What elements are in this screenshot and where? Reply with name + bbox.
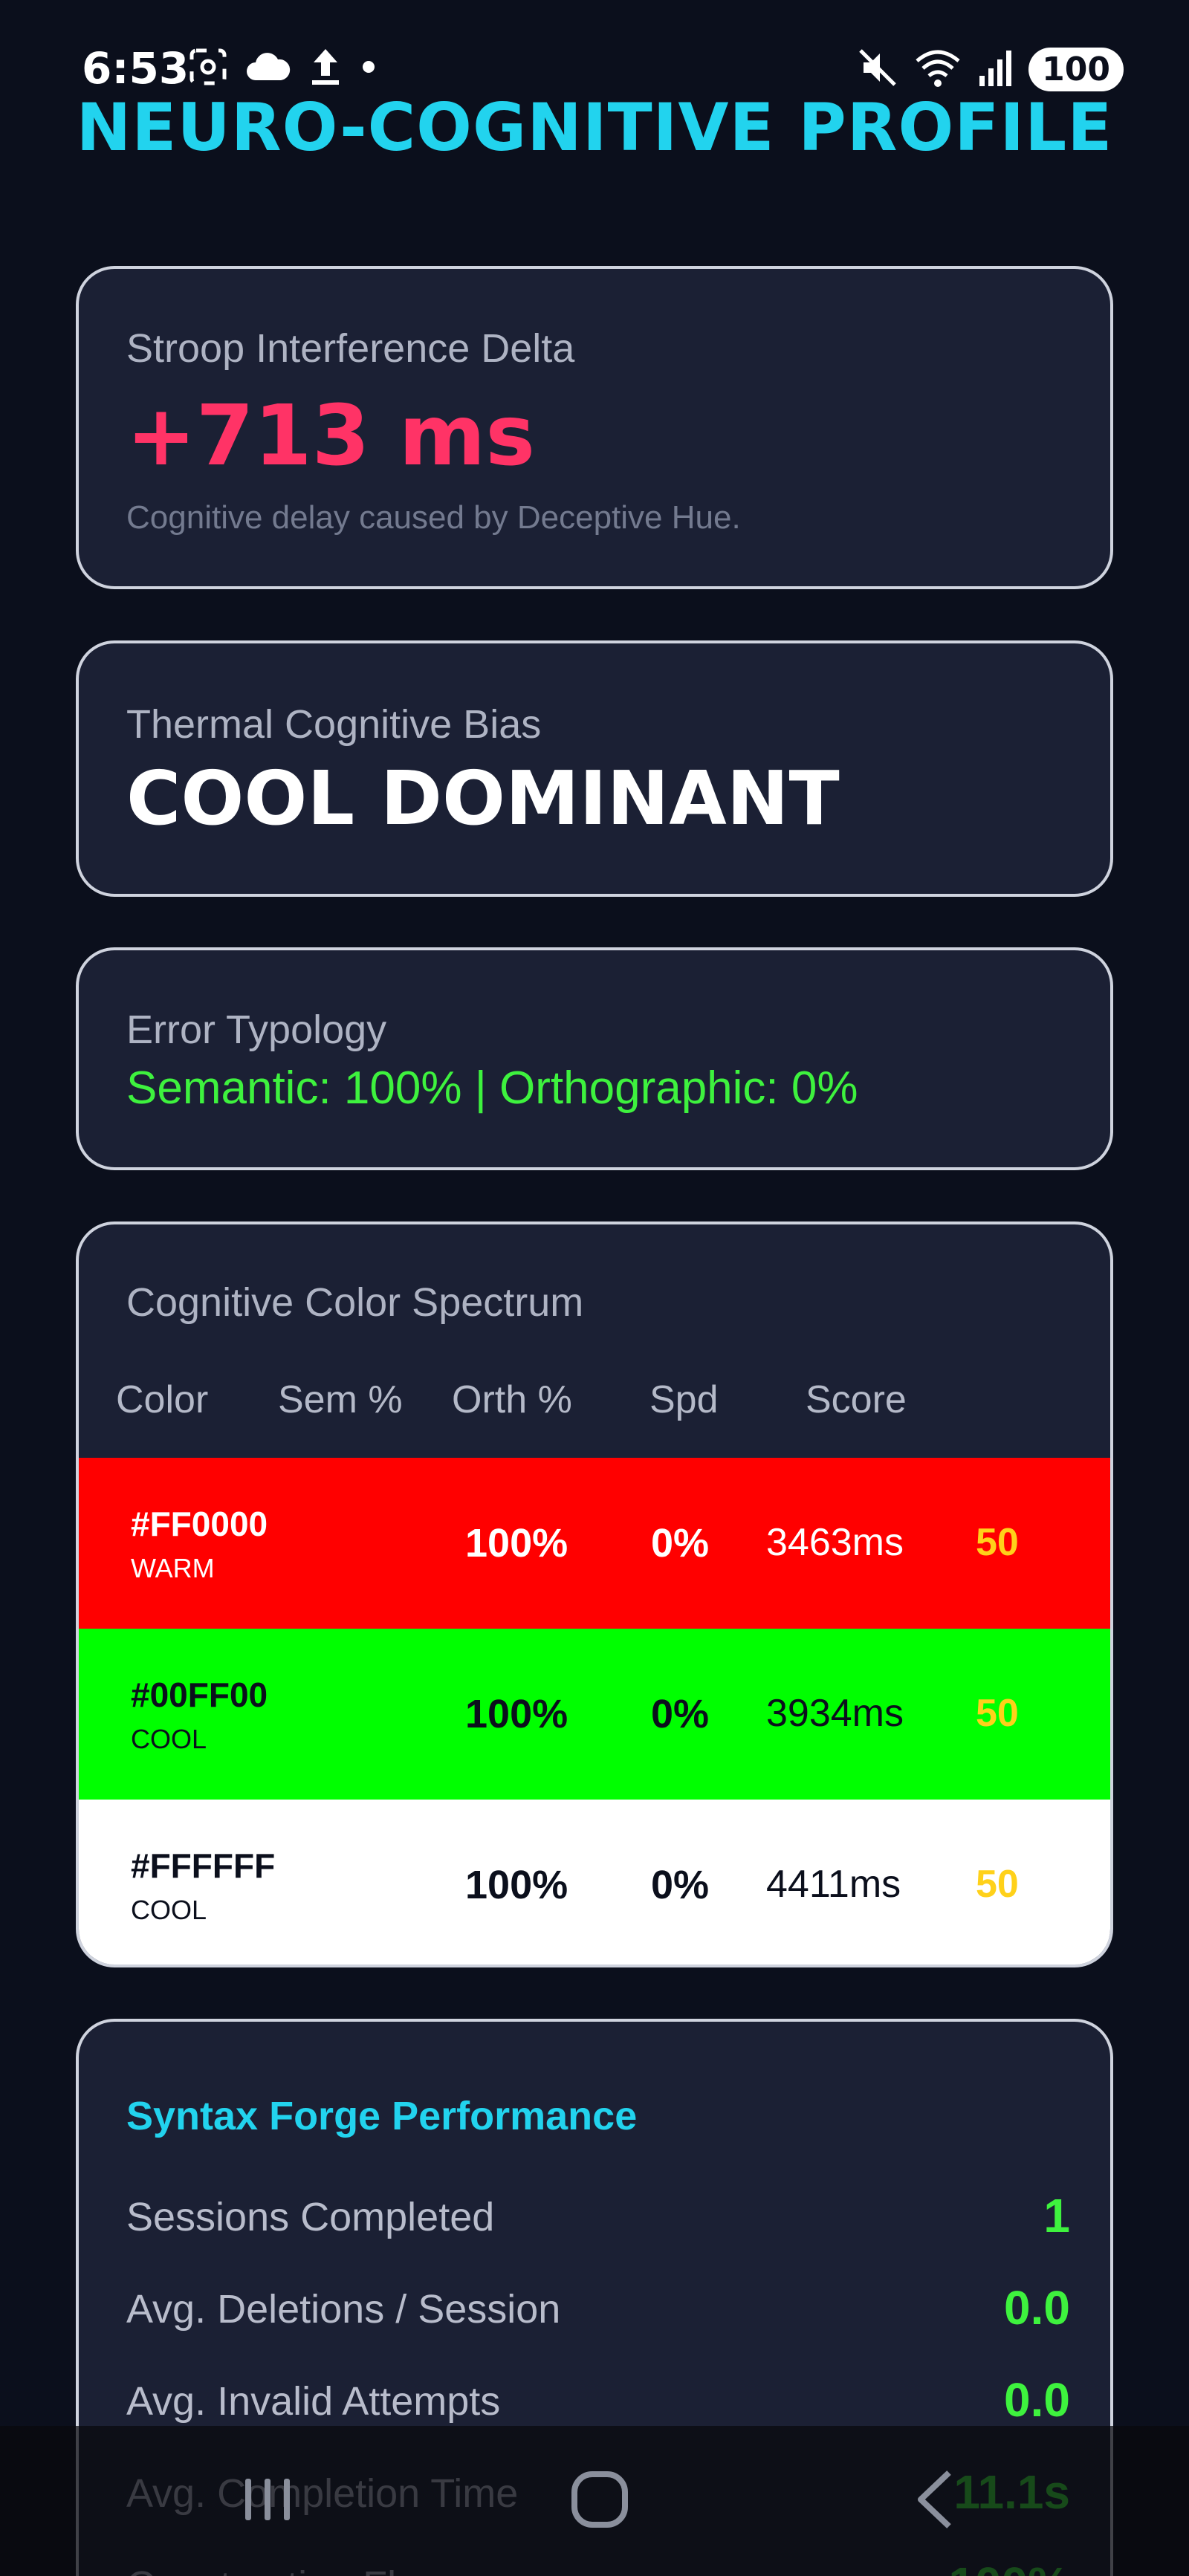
- spectrum-row: #FF0000 WARM 100% 0% 3463ms 50: [79, 1458, 1110, 1629]
- column-header-score: Score: [806, 1378, 907, 1421]
- screenshot-icon: [187, 46, 229, 91]
- status-time: 6:53: [82, 43, 189, 94]
- score-value: 50: [976, 1692, 1019, 1735]
- column-header-sem: Sem %: [278, 1378, 403, 1421]
- upload-icon: [308, 46, 343, 91]
- color-hex: #FF0000: [131, 1505, 268, 1543]
- semantic-percent: 100%: [465, 1863, 568, 1907]
- orthographic-percent: 0%: [651, 1863, 710, 1907]
- forge-metric-row: Avg. Deletions / Session 0.0: [126, 2281, 1070, 2346]
- signal-icon: [978, 48, 1012, 91]
- home-button[interactable]: [525, 2426, 674, 2576]
- dot-icon: [360, 58, 378, 80]
- speed-value: 3463ms: [766, 1521, 904, 1564]
- navigation-bar: [0, 2426, 1189, 2576]
- column-header-color: Color: [116, 1378, 209, 1421]
- error-label: Error Typology: [126, 1008, 387, 1052]
- stroop-label: Stroop Interference Delta: [126, 326, 575, 371]
- color-hex: #00FF00: [131, 1675, 268, 1714]
- metric-value: 1: [1043, 2189, 1070, 2242]
- spectrum-title: Cognitive Color Spectrum: [126, 1280, 584, 1325]
- wifi-icon: [914, 48, 962, 91]
- color-temperature: COOL: [131, 1895, 207, 1925]
- error-typology-card: Error Typology Semantic: 100% | Orthogra…: [76, 947, 1113, 1170]
- column-header-spd: Spd: [649, 1378, 719, 1421]
- thermal-value: COOL DOMINANT: [126, 755, 840, 842]
- home-icon: [568, 2468, 631, 2534]
- orthographic-percent: 0%: [651, 1692, 710, 1736]
- stroop-card: Stroop Interference Delta +713 ms Cognit…: [76, 266, 1113, 589]
- error-value: Semantic: 100% | Orthographic: 0%: [126, 1062, 858, 1114]
- recents-icon: [238, 2470, 297, 2533]
- stroop-caption: Cognitive delay caused by Deceptive Hue.: [126, 499, 741, 536]
- color-spectrum-card: Cognitive Color Spectrum Color Sem % Ort…: [76, 1222, 1113, 1967]
- status-icons-left: [187, 46, 378, 91]
- mute-icon: [858, 48, 898, 91]
- back-icon: [909, 2468, 961, 2534]
- score-value: 50: [976, 1521, 1019, 1564]
- thermal-bias-card: Thermal Cognitive Bias COOL DOMINANT: [76, 640, 1113, 897]
- forge-metric-row: Sessions Completed 1: [126, 2189, 1070, 2254]
- color-temperature: COOL: [131, 1724, 207, 1754]
- color-hex: #FFFFFF: [131, 1846, 276, 1885]
- metric-value: 0.0: [1004, 2373, 1070, 2427]
- metric-value: 0.0: [1004, 2281, 1070, 2335]
- metric-label: Avg. Deletions / Session: [126, 2287, 561, 2332]
- status-icons-right: 100: [858, 43, 1124, 95]
- semantic-percent: 100%: [465, 1692, 568, 1736]
- page-title: NEURO-COGNITIVE PROFILE: [76, 89, 1113, 166]
- metric-label: Sessions Completed: [126, 2195, 495, 2239]
- orthographic-percent: 0%: [651, 1521, 710, 1566]
- semantic-percent: 100%: [465, 1521, 568, 1566]
- spectrum-table-header: Color Sem % Orth % Spd Score: [79, 1378, 1110, 1437]
- forge-title: Syntax Forge Performance: [126, 2094, 638, 2138]
- thermal-label: Thermal Cognitive Bias: [126, 702, 542, 747]
- speed-value: 4411ms: [766, 1863, 901, 1906]
- battery-indicator: 100: [1028, 47, 1124, 91]
- speed-value: 3934ms: [766, 1692, 904, 1735]
- score-value: 50: [976, 1863, 1019, 1906]
- stroop-value: +713 ms: [126, 388, 535, 484]
- color-temperature: WARM: [131, 1553, 215, 1583]
- back-button[interactable]: [861, 2426, 1009, 2576]
- cloud-icon: [245, 49, 291, 88]
- spectrum-row: #FFFFFF COOL 100% 0% 4411ms 50: [79, 1800, 1110, 1965]
- metric-label: Avg. Invalid Attempts: [126, 2379, 501, 2424]
- spectrum-row: #00FF00 COOL 100% 0% 3934ms 50: [79, 1629, 1110, 1800]
- recents-button[interactable]: [193, 2426, 342, 2576]
- column-header-orth: Orth %: [452, 1378, 572, 1421]
